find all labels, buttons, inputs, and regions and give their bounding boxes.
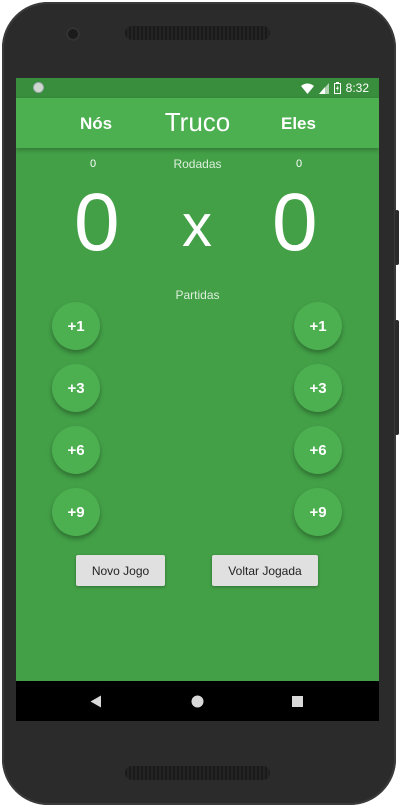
score-eles: 0 <box>272 177 318 268</box>
nos-add-3-button[interactable]: +3 <box>52 364 100 412</box>
status-bar: 8:32 <box>16 78 379 98</box>
eles-add-1-button[interactable]: +1 <box>294 302 342 350</box>
app-title: Truco <box>164 107 231 137</box>
new-game-button[interactable]: Novo Jogo <box>76 555 165 586</box>
score-nos: 0 <box>74 177 120 268</box>
bottom-speaker <box>125 766 270 780</box>
front-camera <box>66 27 80 41</box>
undo-button[interactable]: Voltar Jogada <box>212 555 318 586</box>
power-button <box>395 210 399 265</box>
battery-icon <box>333 82 341 94</box>
clock: 8:32 <box>345 81 369 95</box>
eles-add-9-button[interactable]: +9 <box>294 488 342 536</box>
rounds-eles-count: 0 <box>296 158 303 170</box>
notification-icon <box>33 82 44 93</box>
nos-add-9-button[interactable]: +9 <box>52 488 100 536</box>
team-eles-label: Eles <box>281 114 316 133</box>
rounds-label: Rodadas <box>173 157 222 171</box>
app-screen: 8:32 Nós Truco Eles 0 Rodadas 0 0 x 0 Pa… <box>16 78 379 721</box>
volume-button <box>395 320 399 435</box>
matches-label: Partidas <box>175 288 220 302</box>
home-button[interactable] <box>182 681 212 721</box>
status-icons: 8:32 <box>300 81 369 95</box>
back-icon <box>90 695 101 707</box>
score-separator: x <box>182 192 212 259</box>
eles-add-6-button[interactable]: +6 <box>294 426 342 474</box>
recents-button[interactable] <box>282 681 312 721</box>
back-button[interactable] <box>81 681 111 721</box>
app-bar: Nós Truco Eles <box>16 98 379 148</box>
system-nav-bar <box>16 681 379 721</box>
home-icon <box>191 695 203 707</box>
eles-add-3-button[interactable]: +3 <box>294 364 342 412</box>
wifi-icon <box>300 83 314 94</box>
top-speaker <box>125 26 270 40</box>
recents-icon <box>291 695 303 707</box>
nos-add-6-button[interactable]: +6 <box>52 426 100 474</box>
nos-add-1-button[interactable]: +1 <box>52 302 100 350</box>
signal-icon <box>318 82 329 94</box>
